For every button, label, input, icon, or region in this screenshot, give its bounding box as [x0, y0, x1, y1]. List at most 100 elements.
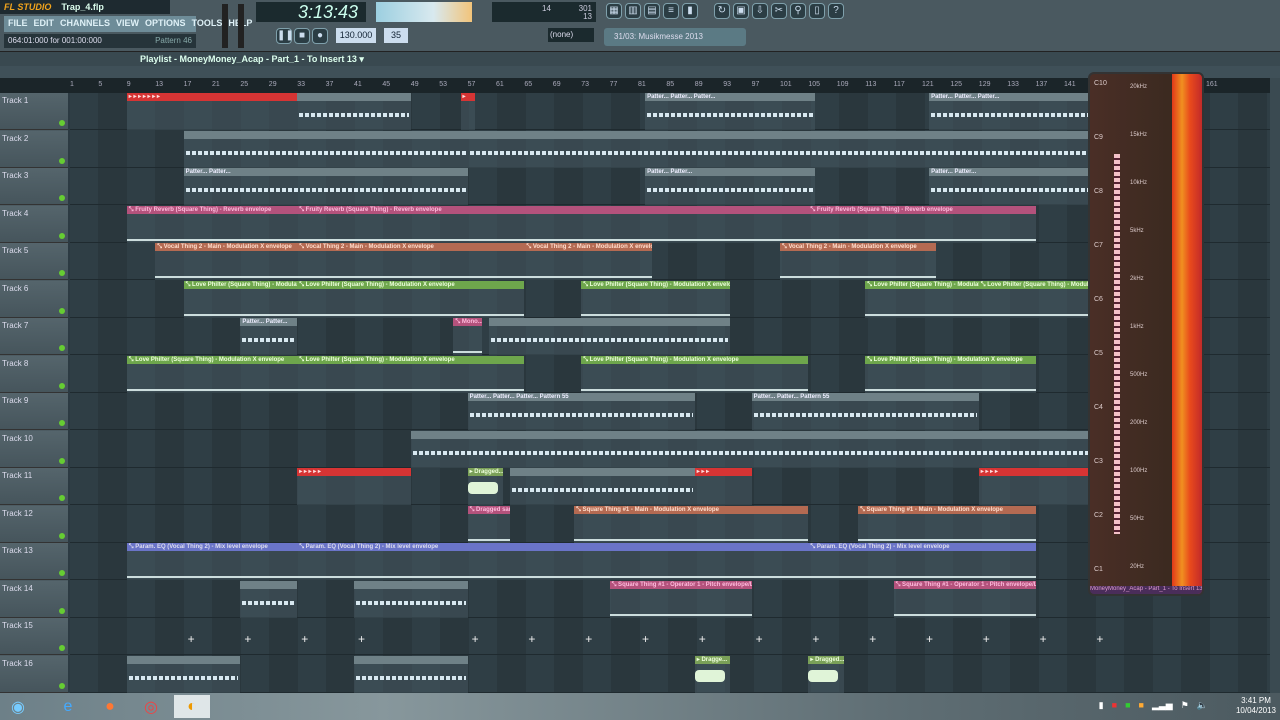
acrobat-icon[interactable]: ■ — [1112, 700, 1117, 711]
tray-icon[interactable]: ▮ — [1099, 700, 1104, 711]
automation-clip[interactable]: ⤡ Param. EQ (Vocal Thing 2) - Mix level … — [126, 543, 298, 580]
undo-icon[interactable]: ↻ — [714, 3, 730, 19]
track-mute-led[interactable] — [59, 420, 65, 426]
pattern-clip[interactable]: Patter... Patter... Patter... Pattern 55 — [467, 393, 695, 430]
save-icon[interactable]: ▣ — [733, 3, 749, 19]
automation-clip[interactable]: ⤡ Square Thing #1 - Operator 1 - Pitch e… — [893, 580, 1036, 618]
automation-clip[interactable]: ▸ ▸ ▸ ▸ — [978, 468, 1093, 505]
news-panel[interactable]: 31/03: Musikmesse 2013 — [604, 28, 746, 46]
marker-plus-icon[interactable]: + — [926, 632, 933, 646]
automation-clip[interactable]: ▸ — [460, 93, 475, 130]
automation-clip[interactable]: ⤡ Love Philter (Square Thing) - Modulati… — [865, 280, 979, 318]
automation-clip[interactable]: ⤡ Dragged sam... — [467, 505, 511, 543]
record-button[interactable]: ● — [312, 28, 328, 44]
automation-clip[interactable]: ⤡ Param. EQ (Vocal Thing 2) - Mix level … — [297, 543, 809, 580]
automation-clip[interactable]: ⤡ Vocal Thing 2 - Main - Modulation X en… — [524, 243, 653, 280]
marker-plus-icon[interactable]: + — [472, 632, 479, 646]
automation-clip[interactable]: ▸ ▸ ▸ ▸ ▸ — [297, 468, 411, 505]
marker-plus-icon[interactable]: + — [585, 632, 592, 646]
menu-tools[interactable]: TOOLS — [192, 18, 223, 30]
pattern-clip[interactable] — [467, 130, 1093, 168]
track-mute-led[interactable] — [59, 195, 65, 201]
stop-button[interactable]: ■ — [294, 28, 310, 44]
automation-clip[interactable]: ⤡ Love Philter (Square Thing) - Modulati… — [581, 280, 731, 318]
taskbar-ie[interactable]: e — [50, 695, 86, 718]
marker-plus-icon[interactable]: + — [1040, 632, 1047, 646]
export-icon[interactable]: ⇩ — [752, 3, 768, 19]
track-header[interactable]: Track 14 — [0, 580, 68, 618]
track-header[interactable]: Track 15 — [0, 618, 68, 655]
media-icon[interactable]: ■ — [1125, 700, 1130, 711]
audio-clip[interactable]: ▸ Dragged... — [808, 655, 844, 693]
mixer-icon[interactable]: ▮ — [682, 3, 698, 19]
system-clock[interactable]: 3:41 PM 10/04/2013 — [1236, 696, 1276, 716]
spectrogram-window[interactable]: MoneyMoney_Acap - Part_1 - To Insert 13 … — [1088, 72, 1204, 596]
automation-clip[interactable]: ⤡ Love Philter (Square Thing) - Modulati… — [297, 280, 525, 318]
marker-plus-icon[interactable]: + — [983, 632, 990, 646]
step-sequencer-icon[interactable]: ▥ — [625, 3, 641, 19]
track-header[interactable]: Track 3 — [0, 168, 68, 205]
menu-channels[interactable]: CHANNELS — [60, 18, 110, 30]
track-mute-led[interactable] — [59, 645, 65, 651]
automation-clip[interactable]: ⤡ Love Philter (Square Thing) - Modulati… — [297, 355, 525, 393]
pattern-clip[interactable] — [410, 430, 1093, 468]
marker-plus-icon[interactable]: + — [812, 632, 819, 646]
pattern-clip[interactable] — [510, 468, 695, 505]
menu-file[interactable]: FILE — [8, 18, 28, 30]
marker-plus-icon[interactable]: + — [756, 632, 763, 646]
audio-clip[interactable]: ▸ Dragged... — [467, 468, 504, 505]
pattern-clip[interactable]: Patter... Patter... — [183, 168, 468, 205]
taskbar-fl-studio[interactable]: ◐ — [174, 695, 210, 718]
pattern-clip[interactable] — [488, 318, 731, 355]
marker-plus-icon[interactable]: + — [188, 632, 195, 646]
track-mute-led[interactable] — [59, 345, 65, 351]
master-volume-slider[interactable] — [222, 4, 228, 48]
marker-plus-icon[interactable]: + — [642, 632, 649, 646]
track-header[interactable]: Track 6 — [0, 280, 68, 318]
automation-clip[interactable]: ⤡ Mono... — [453, 318, 482, 355]
automation-clip[interactable]: ▸ ▸ ▸ — [694, 468, 752, 505]
flag-icon[interactable]: ⚑ — [1181, 700, 1189, 711]
pattern-clip[interactable]: Patter... Patter... Patter... — [929, 93, 1100, 130]
track-mute-led[interactable] — [59, 457, 65, 464]
track-header[interactable]: Track 4 — [0, 205, 68, 243]
track-mute-led[interactable] — [59, 270, 65, 276]
track-header[interactable]: Track 10 — [0, 430, 68, 468]
piano-roll-icon[interactable]: ▤ — [644, 3, 660, 19]
track-header[interactable]: Track 16 — [0, 655, 68, 693]
automation-clip[interactable]: ⤡ Love Philter (Square Thing) - Modulati… — [126, 355, 298, 393]
search-icon[interactable]: ⚲ — [790, 3, 806, 19]
pattern-clip[interactable] — [183, 130, 468, 168]
automation-clip[interactable]: ⤡ Love Philter (Square Thing) - Modulati… — [183, 280, 298, 318]
automation-clip[interactable]: ⤡ Love Philter (Square Thing) - Modulati… — [581, 355, 809, 393]
track-mute-led[interactable] — [59, 307, 65, 314]
track-header[interactable]: Track 12 — [0, 505, 68, 543]
taskbar-firefox[interactable]: ● — [92, 695, 128, 718]
track-header[interactable]: Track 13 — [0, 543, 68, 580]
marker-plus-icon[interactable]: + — [869, 632, 876, 646]
pattern-clip[interactable] — [126, 655, 241, 693]
track-header[interactable]: Track 9 — [0, 393, 68, 430]
cut-icon[interactable]: ✂ — [771, 3, 787, 19]
tempo-display[interactable]: 130.000 — [336, 28, 376, 43]
track-lane[interactable] — [70, 656, 1270, 693]
signal-icon[interactable]: ▂▃▅ — [1152, 700, 1173, 711]
menu-options[interactable]: OPTIONS — [145, 18, 186, 30]
pattern-clip[interactable]: Patter... Patter... — [645, 168, 816, 205]
automation-clip[interactable]: ⤡ Param. EQ (Vocal Thing 2) - Mix level … — [808, 543, 1036, 580]
track-header[interactable]: Track 7 — [0, 318, 68, 355]
track-header[interactable]: Track 1 — [0, 93, 68, 130]
track-header[interactable]: Track 5 — [0, 243, 68, 280]
automation-clip[interactable]: ⤡ Love Philter (Square Thing) - Modulati… — [865, 355, 1036, 393]
track-mute-led[interactable] — [59, 495, 65, 501]
master-pitch-slider[interactable] — [238, 4, 244, 48]
automation-clip[interactable]: ⤡ Fruity Reverb (Square Thing) - Reverb … — [126, 205, 298, 243]
browser-icon[interactable]: ≡ — [663, 3, 679, 19]
pattern-clip[interactable]: Patter... Patter... Patter... — [645, 93, 816, 130]
track-mute-led[interactable] — [59, 382, 65, 389]
audio-clip[interactable]: ▸ Dragge... — [694, 655, 731, 693]
automation-clip[interactable]: ⤡ Fruity Reverb (Square Thing) - Reverb … — [808, 205, 1036, 243]
track-header[interactable]: Track 8 — [0, 355, 68, 393]
pattern-clip[interactable] — [354, 580, 468, 618]
marker-plus-icon[interactable]: + — [358, 632, 365, 646]
